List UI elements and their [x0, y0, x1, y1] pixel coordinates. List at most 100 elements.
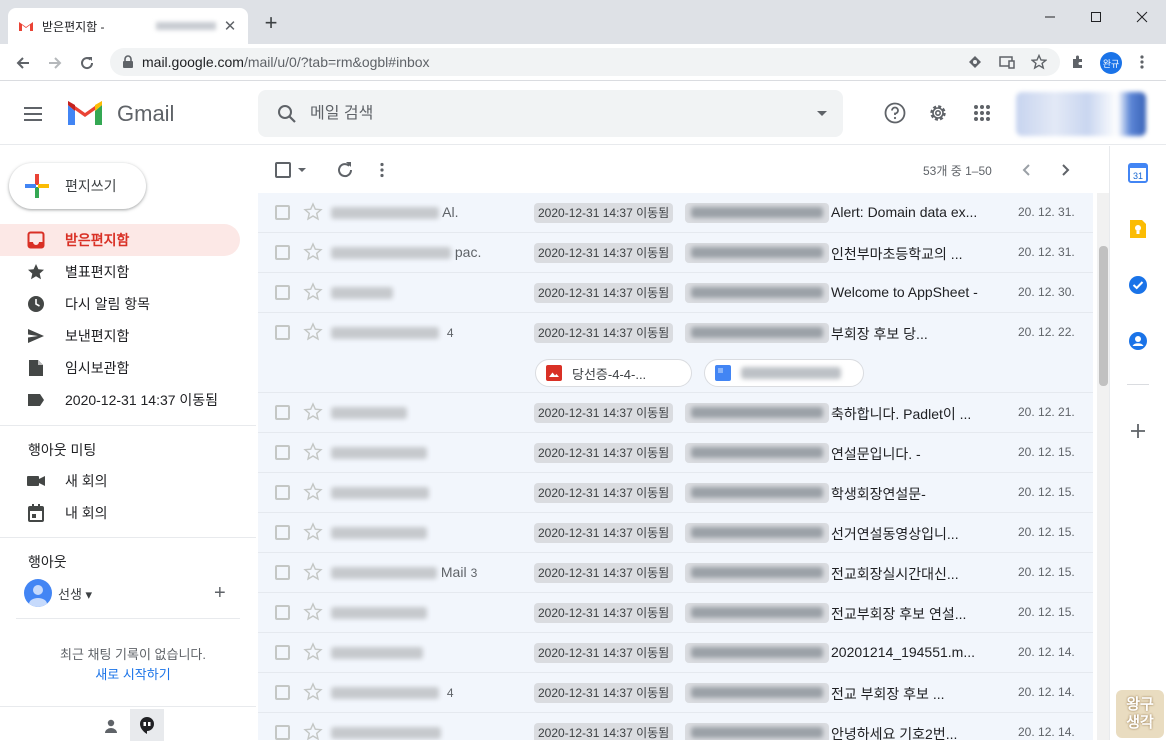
label-chip[interactable]: 2020-12-31 14:37 이동됨: [534, 443, 674, 463]
label-chip[interactable]: 2020-12-31 14:37 이동됨: [534, 643, 674, 663]
label-chip[interactable]: 2020-12-31 14:37 이동됨: [534, 523, 674, 543]
email-row[interactable]: 2020-12-31 14:37 이동됨 Welcome to AppSheet…: [258, 273, 1093, 313]
new-tab-button[interactable]: +: [260, 12, 282, 34]
star-outline-icon[interactable]: [303, 482, 323, 502]
scrollbar-thumb[interactable]: [1099, 246, 1108, 386]
row-checkbox[interactable]: [275, 205, 290, 220]
email-row[interactable]: Al. 2020-12-31 14:37 이동됨 Alert: Domain d…: [258, 193, 1093, 233]
get-addons-button[interactable]: [1127, 420, 1149, 442]
profile-avatar-button[interactable]: 완규: [1100, 52, 1122, 74]
hangouts-user-name[interactable]: 선생 ▾: [58, 584, 92, 603]
row-checkbox[interactable]: [275, 285, 290, 300]
tab-close-icon[interactable]: ✕: [222, 17, 238, 35]
label-chip-blurred[interactable]: [685, 443, 829, 463]
label-chip-blurred[interactable]: [685, 683, 829, 703]
label-chip-blurred[interactable]: [685, 563, 829, 583]
nav-item-label-moved[interactable]: 2020-12-31 14:37 이동됨: [0, 384, 240, 416]
email-row[interactable]: 2020-12-31 14:37 이동됨 20201214_194551.m..…: [258, 633, 1093, 673]
account-switcher[interactable]: [1016, 92, 1146, 136]
star-outline-icon[interactable]: [303, 282, 323, 302]
nav-item-inbox[interactable]: 받은편지함: [0, 224, 240, 256]
nav-item-snoozed[interactable]: 다시 알림 항목: [0, 288, 240, 320]
avatar[interactable]: [24, 579, 52, 607]
label-chip-blurred[interactable]: [685, 403, 829, 423]
star-outline-icon[interactable]: [303, 242, 323, 262]
email-row[interactable]: pac. 2020-12-31 14:37 이동됨 인천부마초등학교의 ... …: [258, 233, 1093, 273]
attachment-chip[interactable]: 당선증-4-4-...: [535, 359, 692, 387]
label-chip-blurred[interactable]: [685, 323, 829, 343]
compose-button[interactable]: 편지쓰기: [9, 163, 146, 209]
label-chip-blurred[interactable]: [685, 523, 829, 543]
star-outline-icon[interactable]: [303, 602, 323, 622]
star-outline-icon[interactable]: [303, 402, 323, 422]
row-checkbox[interactable]: [275, 645, 290, 660]
label-chip-blurred[interactable]: [685, 603, 829, 623]
search-bar[interactable]: [258, 90, 843, 137]
label-chip[interactable]: 2020-12-31 14:37 이동됨: [534, 683, 674, 703]
email-row[interactable]: 4 2020-12-31 14:37 이동됨 부회장 후보 당... 20. 1…: [258, 313, 1093, 393]
nav-item-sent[interactable]: 보낸편지함: [0, 320, 240, 352]
star-outline-icon[interactable]: [303, 522, 323, 542]
star-outline-icon[interactable]: [303, 202, 323, 222]
cast-button[interactable]: [996, 51, 1018, 73]
refresh-button[interactable]: [333, 158, 357, 182]
nav-item-drafts[interactable]: 임시보관함: [0, 352, 240, 384]
settings-button[interactable]: [924, 99, 952, 127]
email-row[interactable]: 2020-12-31 14:37 이동됨 안녕하세요 기호2번... 20. 1…: [258, 713, 1093, 740]
minimize-button[interactable]: [1027, 2, 1073, 32]
star-outline-icon[interactable]: [303, 642, 323, 662]
search-icon[interactable]: [264, 91, 310, 137]
star-outline-icon[interactable]: [303, 442, 323, 462]
row-checkbox[interactable]: [275, 245, 290, 260]
label-chip-blurred[interactable]: [685, 283, 829, 303]
maximize-button[interactable]: [1073, 2, 1119, 32]
label-chip[interactable]: 2020-12-31 14:37 이동됨: [534, 603, 674, 623]
add-chat-icon[interactable]: +: [214, 582, 226, 604]
search-options-button[interactable]: [801, 93, 843, 135]
main-menu-button[interactable]: [24, 101, 50, 127]
next-page-button[interactable]: [1056, 158, 1076, 182]
browser-menu-button[interactable]: [1131, 51, 1153, 73]
row-checkbox[interactable]: [275, 445, 290, 460]
install-app-button[interactable]: [964, 51, 986, 73]
label-chip-blurred[interactable]: [685, 203, 829, 223]
select-all-checkbox[interactable]: [274, 158, 308, 182]
star-outline-icon[interactable]: [303, 562, 323, 582]
label-chip-blurred[interactable]: [685, 643, 829, 663]
contacts-tab[interactable]: [98, 713, 124, 739]
prev-page-button[interactable]: [1016, 158, 1036, 182]
back-button[interactable]: [10, 50, 36, 76]
support-button[interactable]: [881, 99, 909, 127]
email-row[interactable]: 2020-12-31 14:37 이동됨 선거연설동영상입니... 20. 12…: [258, 513, 1093, 553]
forward-button[interactable]: [42, 50, 68, 76]
row-checkbox[interactable]: [275, 525, 290, 540]
label-chip[interactable]: 2020-12-31 14:37 이동됨: [534, 203, 674, 223]
apps-button[interactable]: [968, 99, 996, 127]
row-checkbox[interactable]: [275, 565, 290, 580]
email-row[interactable]: 2020-12-31 14:37 이동됨 연설문입니다. - 20. 12. 1…: [258, 433, 1093, 473]
row-checkbox[interactable]: [275, 725, 290, 740]
label-chip[interactable]: 2020-12-31 14:37 이동됨: [534, 723, 674, 740]
email-row[interactable]: 2020-12-31 14:37 이동됨 전교부회장 후보 연설... 20. …: [258, 593, 1093, 633]
row-checkbox[interactable]: [275, 685, 290, 700]
row-checkbox[interactable]: [275, 325, 290, 340]
label-chip[interactable]: 2020-12-31 14:37 이동됨: [534, 403, 674, 423]
star-outline-icon[interactable]: [303, 722, 323, 740]
row-checkbox[interactable]: [275, 405, 290, 420]
keep-app-button[interactable]: [1127, 218, 1149, 240]
label-chip[interactable]: 2020-12-31 14:37 이동됨: [534, 283, 674, 303]
email-row[interactable]: Mail 3 2020-12-31 14:37 이동됨 전교회장실시간대신... …: [258, 553, 1093, 593]
tasks-app-button[interactable]: [1127, 274, 1149, 296]
label-chip[interactable]: 2020-12-31 14:37 이동됨: [534, 243, 674, 263]
contacts-app-button[interactable]: [1127, 330, 1149, 352]
nav-item-starred[interactable]: 별표편지함: [0, 256, 240, 288]
email-row[interactable]: 2020-12-31 14:37 이동됨 축하합니다. Padlet이 ... …: [258, 393, 1093, 433]
calendar-app-button[interactable]: 31: [1127, 162, 1149, 184]
close-window-button[interactable]: [1119, 2, 1165, 32]
attachment-chip[interactable]: [704, 359, 864, 387]
label-chip-blurred[interactable]: [685, 483, 829, 503]
star-outline-icon[interactable]: [303, 322, 323, 342]
row-checkbox[interactable]: [275, 485, 290, 500]
label-chip[interactable]: 2020-12-31 14:37 이동됨: [534, 563, 674, 583]
label-chip-blurred[interactable]: [685, 723, 829, 740]
